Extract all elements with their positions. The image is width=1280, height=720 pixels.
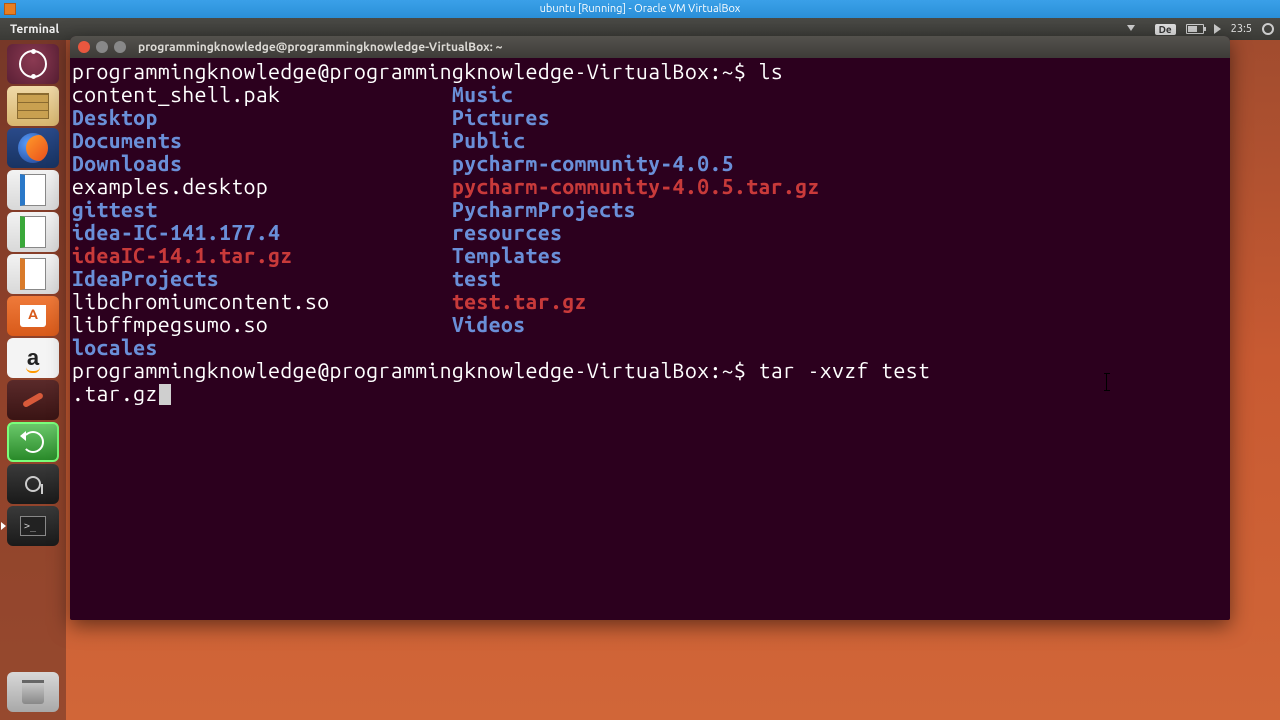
- trash-icon[interactable]: [7, 672, 59, 712]
- ubuntu-software-icon[interactable]: [7, 296, 59, 336]
- virtualbox-titlebar: ubuntu [Running] - Oracle VM VirtualBox: [0, 0, 1280, 18]
- window-minimize-button[interactable]: [96, 41, 108, 53]
- window-maximize-button[interactable]: [114, 41, 126, 53]
- terminal-cursor: [159, 384, 171, 405]
- terminal-launcher-icon[interactable]: >_: [7, 506, 59, 546]
- terminal-body[interactable]: programmingknowledge@programmingknowledg…: [70, 58, 1230, 620]
- passwords-keys-icon[interactable]: [7, 464, 59, 504]
- active-app-label[interactable]: Terminal: [10, 23, 59, 36]
- sound-indicator-icon[interactable]: [1214, 24, 1221, 34]
- terminal-window: programmingknowledge@programmingknowledg…: [70, 36, 1230, 620]
- software-updater-icon[interactable]: [7, 422, 59, 462]
- session-indicator-icon[interactable]: [1262, 23, 1274, 35]
- libreoffice-writer-icon[interactable]: [7, 170, 59, 210]
- unity-launcher: a >_: [0, 40, 66, 720]
- window-close-button[interactable]: [78, 41, 90, 53]
- ubuntu-dash-icon[interactable]: [7, 44, 59, 84]
- system-settings-icon[interactable]: [7, 380, 59, 420]
- virtualbox-title: ubuntu [Running] - Oracle VM VirtualBox: [540, 3, 741, 15]
- libreoffice-impress-icon[interactable]: [7, 254, 59, 294]
- libreoffice-calc-icon[interactable]: [7, 212, 59, 252]
- amazon-icon[interactable]: a: [7, 338, 59, 378]
- terminal-titlebar[interactable]: programmingknowledge@programmingknowledg…: [70, 36, 1230, 58]
- clock-indicator[interactable]: 23:5: [1231, 23, 1252, 35]
- battery-indicator-icon[interactable]: [1186, 24, 1204, 34]
- network-indicator-icon[interactable]: [1131, 23, 1145, 35]
- keyboard-layout-indicator[interactable]: De: [1155, 24, 1176, 35]
- terminal-title: programmingknowledge@programmingknowledg…: [138, 41, 502, 54]
- virtualbox-icon: [4, 3, 16, 15]
- firefox-icon[interactable]: [7, 128, 59, 168]
- files-icon[interactable]: [7, 86, 59, 126]
